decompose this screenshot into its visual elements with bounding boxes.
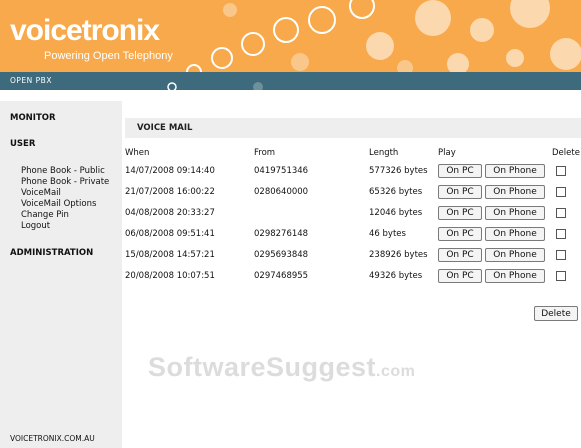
row-2-play-on-phone-button[interactable]: On Phone	[485, 185, 545, 199]
column-header-when: When	[125, 148, 150, 158]
row-4-delete-checkbox[interactable]	[556, 229, 566, 239]
header-bar: OPEN PBX	[0, 72, 581, 90]
row-5-when: 15/08/2008 14:57:21	[125, 250, 215, 260]
row-1-from: 0419751346	[254, 166, 309, 176]
row-4-play-on-pc-button[interactable]: On PC	[438, 227, 482, 241]
watermark: SoftwareSuggest.com	[148, 352, 415, 383]
column-header-from: From	[254, 148, 276, 158]
row-5-play-on-pc-button[interactable]: On PC	[438, 248, 482, 262]
sidebar-item-monitor[interactable]: MONITOR	[10, 113, 56, 123]
row-6-play-on-phone-button[interactable]: On Phone	[485, 269, 545, 283]
row-1-play-on-pc-button[interactable]: On PC	[438, 164, 482, 178]
row-1-when: 14/07/2008 09:14:40	[125, 166, 215, 176]
row-5-length: 238926 bytes	[369, 250, 428, 260]
row-1-delete-checkbox[interactable]	[556, 166, 566, 176]
row-2-length: 65326 bytes	[369, 187, 423, 197]
row-2-from: 0280640000	[254, 187, 309, 197]
row-6-length: 49326 bytes	[369, 271, 423, 281]
row-4-from: 0298276148	[254, 229, 309, 239]
row-6-delete-checkbox[interactable]	[556, 271, 566, 281]
row-1-length: 577326 bytes	[369, 166, 428, 176]
sidebar-item-change-pin[interactable]: Change Pin	[21, 210, 69, 220]
sidebar-item-voicemail-options[interactable]: VoiceMail Options	[21, 199, 96, 209]
row-3-play-on-pc-button[interactable]: On PC	[438, 206, 482, 220]
column-header-length: Length	[369, 148, 399, 158]
page-title-bar: VOICE MAIL	[125, 118, 581, 138]
row-5-play-on-phone-button[interactable]: On Phone	[485, 248, 545, 262]
page-title: VOICE MAIL	[137, 123, 193, 133]
row-1-play-on-phone-button[interactable]: On Phone	[485, 164, 545, 178]
app-tagline: Powering Open Telephony	[44, 50, 173, 62]
row-2-delete-checkbox[interactable]	[556, 187, 566, 197]
row-6-when: 20/08/2008 10:07:51	[125, 271, 215, 281]
row-3-when: 04/08/2008 20:33:27	[125, 208, 215, 218]
row-3-length: 12046 bytes	[369, 208, 423, 218]
app-logo: voicetronix	[10, 14, 160, 47]
watermark-suffix: .com	[376, 363, 416, 380]
sidebar-item-phone-book-private[interactable]: Phone Book - Private	[21, 177, 109, 187]
row-6-from: 0297468955	[254, 271, 309, 281]
header-banner: voicetronix Powering Open Telephony	[0, 0, 581, 72]
row-4-length: 46 bytes	[369, 229, 406, 239]
sidebar	[0, 101, 122, 448]
sidebar-item-logout[interactable]: Logout	[21, 221, 50, 231]
row-4-when: 06/08/2008 09:51:41	[125, 229, 215, 239]
column-header-delete: Delete	[552, 148, 580, 158]
sidebar-footer: VOICETRONIX.COM.AU	[10, 434, 95, 443]
column-header-play: Play	[438, 148, 456, 158]
row-5-delete-checkbox[interactable]	[556, 250, 566, 260]
delete-button[interactable]: Delete	[534, 306, 578, 321]
row-4-play-on-phone-button[interactable]: On Phone	[485, 227, 545, 241]
row-3-play-on-phone-button[interactable]: On Phone	[485, 206, 545, 220]
watermark-text: SoftwareSuggest	[148, 352, 377, 382]
row-3-delete-checkbox[interactable]	[556, 208, 566, 218]
row-2-when: 21/07/2008 16:00:22	[125, 187, 215, 197]
row-5-from: 0295693848	[254, 250, 309, 260]
sidebar-item-user[interactable]: USER	[10, 139, 35, 149]
row-2-play-on-pc-button[interactable]: On PC	[438, 185, 482, 199]
sidebar-item-voicemail[interactable]: VoiceMail	[21, 188, 61, 198]
bar-decor	[167, 82, 263, 90]
sidebar-item-phone-book-public[interactable]: Phone Book - Public	[21, 166, 105, 176]
sidebar-item-administration[interactable]: ADMINISTRATION	[10, 248, 93, 258]
row-6-play-on-pc-button[interactable]: On PC	[438, 269, 482, 283]
